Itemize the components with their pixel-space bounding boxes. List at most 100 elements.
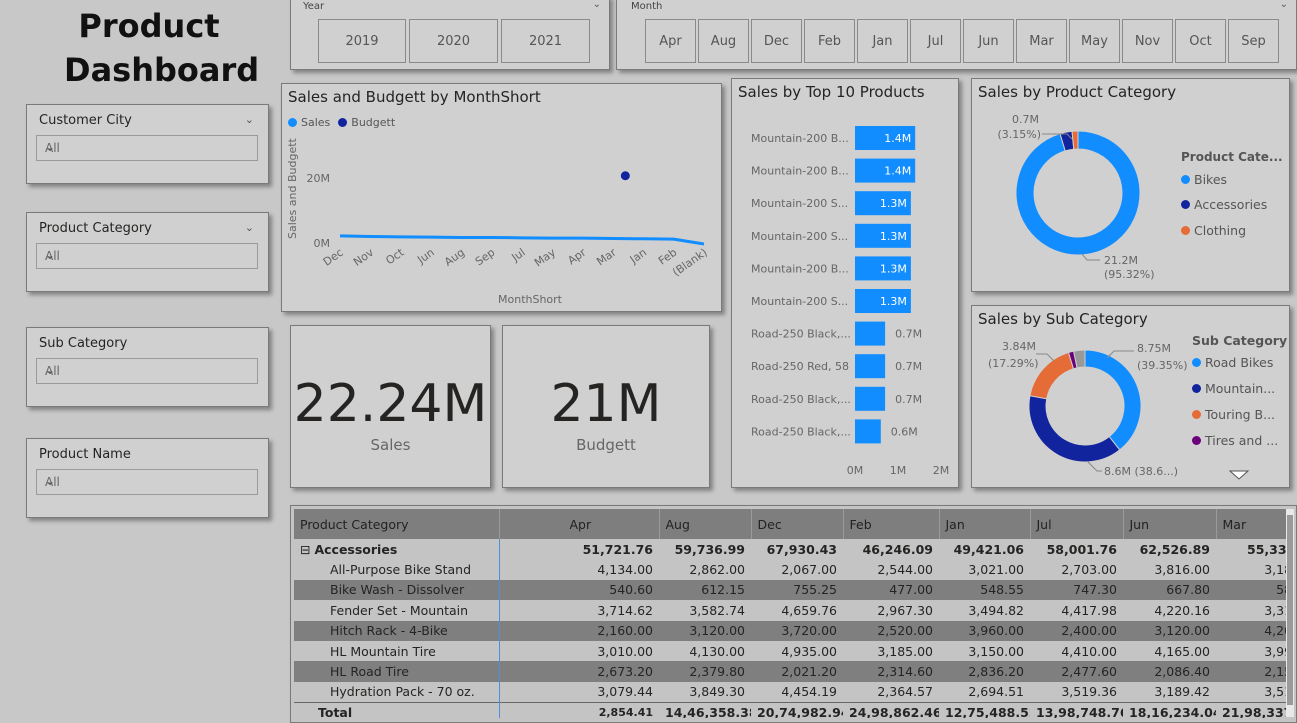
chevron-down-icon[interactable]: ⌄: [1280, 0, 1288, 10]
row-label-cell: Hitch Rack - 4-Bike: [294, 620, 500, 641]
column-header[interactable]: Product Category: [294, 509, 500, 539]
x-tick-label: Aug: [442, 246, 467, 269]
column-header[interactable]: Apr: [499, 509, 660, 539]
year-button-2019[interactable]: 2019: [318, 19, 406, 63]
month-button[interactable]: Oct: [1175, 19, 1226, 63]
month-buttons: Apr Aug Dec Feb Jan Jul Jun Mar May Nov …: [645, 19, 1279, 63]
column-header[interactable]: Aug: [659, 509, 752, 539]
total-value-cell: 13,98,748.76: [1030, 701, 1123, 718]
table-row[interactable]: Hydration Pack - 70 oz. 3,079.44 3,849.30 4…: [294, 681, 1288, 703]
budgett-data-point[interactable]: [620, 171, 630, 181]
matrix-header-row: Product Category Apr Aug Dec Feb Jan Jul…: [294, 509, 1288, 539]
column-header[interactable]: Jul: [1030, 509, 1124, 539]
x-tick-label: 0M: [847, 464, 864, 477]
year-button-2020[interactable]: 2020: [409, 19, 498, 63]
table-row[interactable]: HL Road Tire 2,673.20 2,379.80 2,021.20 2,31…: [294, 661, 1288, 682]
value-cell: 3,849.30: [659, 681, 751, 703]
x-tick-label: Apr: [565, 246, 588, 268]
month-button[interactable]: Jan: [857, 19, 908, 63]
legend-item[interactable]: Road Bikes: [1192, 355, 1273, 370]
value-cell: 3,816.00: [1123, 559, 1216, 580]
sub-category-dropdown[interactable]: All ⌄: [36, 358, 258, 384]
month-button[interactable]: Jun: [963, 19, 1014, 63]
collapse-icon[interactable]: ⊟: [300, 542, 314, 557]
table-row[interactable]: Bike Wash - Dissolver 540.60 612.15 755.25 4…: [294, 579, 1288, 601]
bar-chart-plot[interactable]: Mountain-200 B... 1.4M Mountain-200 B... 1.…: [732, 79, 960, 489]
donut-slice[interactable]: [1028, 395, 1121, 463]
donut-slice[interactable]: [1084, 349, 1142, 451]
donut-slice[interactable]: [1015, 130, 1141, 256]
month-button[interactable]: Aug: [698, 19, 749, 63]
row-label-cell: Bike Wash - Dissolver: [294, 579, 500, 601]
legend-item[interactable]: Accessories: [1181, 197, 1267, 212]
month-button[interactable]: Mar: [1016, 19, 1067, 63]
total-value-cell: 14,46,358.38: [659, 701, 751, 718]
column-header[interactable]: Jun: [1123, 509, 1217, 539]
value-cell: 3,120.00: [659, 620, 751, 641]
year-button-2021[interactable]: 2021: [501, 19, 590, 63]
value-cell: 2,160.00: [499, 620, 659, 641]
month-button[interactable]: Jul: [910, 19, 961, 63]
value-cell: 3,120.00: [1123, 620, 1216, 641]
legend-item[interactable]: Clothing: [1181, 223, 1246, 238]
bar[interactable]: [855, 321, 886, 346]
donut-label: (17.29%): [988, 357, 1039, 370]
customer-city-dropdown[interactable]: All ⌄: [36, 135, 258, 161]
value-cell: 51,721.76: [499, 539, 659, 560]
x-tick-label: Oct: [383, 245, 407, 267]
matrix-group-row[interactable]: ⊟ Accessories 51,721.76 59,736.99 67,930.43…: [294, 539, 1288, 560]
legend-item[interactable]: Mountain...: [1192, 381, 1275, 396]
legend-item[interactable]: Touring B...: [1192, 407, 1275, 422]
value-cell: 2,862.00: [659, 559, 751, 580]
bar[interactable]: [855, 419, 881, 444]
value-cell: 612.15: [659, 579, 751, 601]
year-buttons: 2019 2020 2021: [318, 19, 590, 63]
legend-item[interactable]: Bikes: [1181, 172, 1227, 187]
legend-item[interactable]: Tires and ...: [1192, 433, 1278, 448]
value-cell: 2,520.00: [843, 620, 939, 641]
month-button[interactable]: Feb: [804, 19, 855, 63]
scroll-down-icon[interactable]: [1228, 470, 1250, 480]
line-chart-plot[interactable]: Sales and Budgett 20M 0M MonthShort Dec N…: [282, 84, 723, 313]
slicer-customer-city: Customer City ⌄ All ⌄: [26, 104, 269, 184]
bar[interactable]: [855, 354, 886, 379]
chevron-down-icon[interactable]: ⌄: [245, 113, 254, 126]
table-row[interactable]: Hitch Rack - 4-Bike 2,160.00 3,120.00 3,720…: [294, 620, 1288, 641]
bar[interactable]: [855, 386, 886, 411]
table-row[interactable]: Fender Set - Mountain 3,714.62 3,582.74 4,6…: [294, 600, 1288, 621]
value-cell: 3,318: [1216, 600, 1288, 621]
value-cell: 2,379.80: [659, 661, 751, 682]
month-button[interactable]: Dec: [751, 19, 802, 63]
month-button[interactable]: Apr: [645, 19, 696, 63]
value-cell: 4,454.19: [751, 681, 843, 703]
month-button[interactable]: Nov: [1122, 19, 1173, 63]
product-category-dropdown[interactable]: All ⌄: [36, 243, 258, 269]
product-category-donut[interactable]: 0.7M (3.15%) 21.2M (95.32%): [972, 79, 1291, 293]
total-value-cell: 12,75,488.52: [939, 701, 1030, 718]
legend-dot: [1181, 175, 1190, 184]
value-cell: 62,526.89: [1123, 539, 1216, 560]
sales-matrix[interactable]: Product Category Apr Aug Dec Feb Jan Jul…: [294, 509, 1288, 718]
legend-dot: [1192, 410, 1201, 419]
legend-dot: [1181, 200, 1190, 209]
column-header[interactable]: Dec: [751, 509, 844, 539]
chevron-down-icon[interactable]: ⌄: [245, 221, 254, 234]
scrollbar-thumb[interactable]: [1287, 515, 1293, 705]
column-header[interactable]: Jan: [939, 509, 1031, 539]
month-button[interactable]: May: [1069, 19, 1120, 63]
bar-data-label: 1.3M: [880, 262, 907, 275]
column-header[interactable]: Feb: [843, 509, 940, 539]
value-cell: 2,967.30: [843, 600, 939, 621]
bar-data-label: 0.7M: [895, 328, 922, 341]
donut-label: (39.35%): [1137, 359, 1188, 372]
chevron-down-icon[interactable]: ⌄: [593, 0, 601, 10]
product-name-dropdown[interactable]: All ⌄: [36, 469, 258, 495]
value-cell: 2,151: [1216, 661, 1288, 682]
matrix-scrollbar[interactable]: [1286, 509, 1294, 717]
month-button[interactable]: Sep: [1228, 19, 1279, 63]
table-row[interactable]: All-Purpose Bike Stand 4,134.00 2,862.00 2,…: [294, 559, 1288, 580]
kpi-label: Budgett: [576, 436, 636, 454]
column-header[interactable]: Mar: [1216, 509, 1288, 539]
table-row[interactable]: HL Mountain Tire 3,010.00 4,130.00 4,935.00…: [294, 640, 1288, 662]
slicer-label: Customer City: [39, 113, 132, 128]
